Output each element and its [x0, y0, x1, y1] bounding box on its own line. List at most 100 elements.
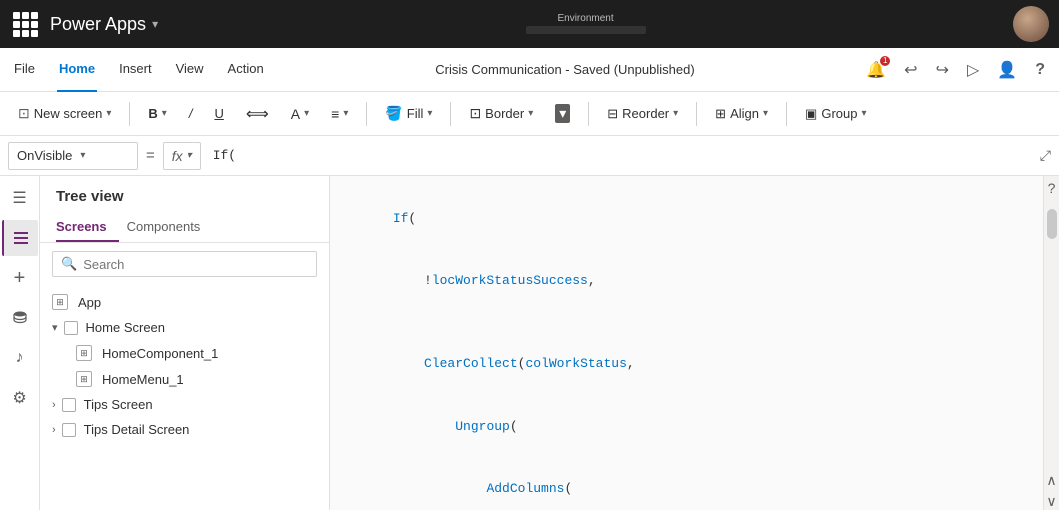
redo-button[interactable]: ↪: [934, 58, 951, 82]
help-button[interactable]: ?: [1033, 59, 1047, 81]
tree-tabs: Screens Components: [40, 213, 329, 243]
formula-equals-sign: =: [142, 147, 159, 164]
notifications-button[interactable]: 🔔 1: [864, 58, 888, 82]
fx-button[interactable]: fx ▾: [163, 142, 201, 170]
top-bar: Power Apps ▾ Environment: [0, 0, 1059, 48]
undo-button[interactable]: ↩: [902, 58, 919, 82]
scroll-up-icon[interactable]: ∧: [1046, 472, 1056, 489]
toolbar-sep-6: [786, 102, 787, 126]
insert-button[interactable]: +: [2, 260, 38, 296]
tree-panel-title: Tree view: [40, 176, 329, 213]
strikethrough-button[interactable]: ⟺: [238, 100, 277, 128]
right-panel: ? ∧ ∨: [1043, 176, 1059, 510]
search-icon: 🔍: [61, 256, 77, 272]
tree-item-home-screen[interactable]: ▾ Home Screen: [40, 315, 329, 340]
media-button[interactable]: ♪: [2, 340, 38, 376]
home-screen-checkbox[interactable]: [64, 321, 78, 335]
tab-components[interactable]: Components: [127, 213, 213, 242]
home-menu-1-icon: ⊞: [76, 371, 92, 387]
code-editor[interactable]: If( !locWorkStatusSuccess, ClearCollect(…: [330, 176, 1043, 510]
reorder-button[interactable]: ⊟ Reorder ▾: [599, 102, 686, 126]
code-line-3: [346, 313, 1027, 334]
play-button[interactable]: ▷: [965, 58, 981, 82]
toolbar: ⊡ New screen ▾ B ▾ / U ⟺ A ▾ ≡ ▾ 🪣 Fill …: [0, 92, 1059, 136]
reorder-icon: ⊟: [607, 106, 618, 122]
code-line-5: Ungroup(: [346, 396, 1027, 458]
toolbar-sep-2: [366, 102, 367, 126]
font-chevron: ▾: [304, 108, 309, 119]
scroll-down-icon[interactable]: ∨: [1046, 493, 1056, 510]
user-avatar[interactable]: [1013, 6, 1049, 42]
hamburger-button[interactable]: ☰: [2, 180, 38, 216]
menu-file[interactable]: File: [12, 48, 37, 92]
italic-label: /: [189, 106, 193, 121]
paragraph-button[interactable]: ≡ ▾: [323, 102, 356, 126]
tips-detail-screen-checkbox[interactable]: [62, 423, 76, 437]
bold-chevron: ▾: [162, 108, 167, 119]
tab-screens[interactable]: Screens: [56, 213, 119, 242]
tree-item-app[interactable]: ⊞ App: [40, 289, 329, 315]
code-line-6: AddColumns(: [346, 458, 1027, 510]
reorder-label: Reorder: [622, 106, 669, 121]
tree-item-home-menu-1[interactable]: ⊞ HomeMenu_1: [40, 366, 329, 392]
toolbar-sep-1: [129, 102, 130, 126]
dropdown-icon: ▾: [555, 104, 570, 123]
tips-screen-chevron-icon: ›: [52, 399, 56, 411]
settings-button[interactable]: ⚙: [2, 380, 38, 416]
menu-items: File Home Insert View Action: [12, 48, 266, 92]
property-name: OnVisible: [17, 148, 72, 163]
tips-screen-checkbox[interactable]: [62, 398, 76, 412]
home-menu-1-label: HomeMenu_1: [102, 372, 184, 387]
treeview-button[interactable]: [2, 220, 38, 256]
reorder-chevron: ▾: [673, 108, 678, 119]
menu-insert[interactable]: Insert: [117, 48, 154, 92]
formula-bar: OnVisible ▾ = fx ▾ ⤢: [0, 136, 1059, 176]
data-button[interactable]: [2, 300, 38, 336]
border-button[interactable]: ⊡ Border ▾: [461, 101, 541, 126]
menu-view[interactable]: View: [174, 48, 206, 92]
tips-detail-screen-label: Tips Detail Screen: [84, 422, 190, 437]
menu-bar: File Home Insert View Action Crisis Comm…: [0, 48, 1059, 92]
formula-expand-button[interactable]: ⤢: [1040, 147, 1051, 164]
align-chevron: ▾: [763, 108, 768, 119]
bold-button[interactable]: B ▾: [140, 102, 174, 125]
home-screen-label: Home Screen: [86, 320, 165, 335]
right-question-icon[interactable]: ?: [1048, 180, 1056, 196]
tree-item-home-component-1[interactable]: ⊞ HomeComponent_1: [40, 340, 329, 366]
group-button[interactable]: ▣ Group ▾: [797, 102, 874, 126]
menu-home[interactable]: Home: [57, 48, 97, 92]
fill-icon: 🪣: [385, 105, 402, 122]
font-button[interactable]: A ▾: [283, 102, 317, 126]
app-status-text: Crisis Communication - Saved (Unpublishe…: [266, 62, 865, 77]
dropdown-button[interactable]: ▾: [547, 100, 578, 127]
underline-label: U: [214, 106, 223, 121]
tree-item-tips-screen[interactable]: › Tips Screen: [40, 392, 329, 417]
italic-button[interactable]: /: [181, 102, 201, 125]
sidebar-icons: ☰ + ♪ ⚙: [0, 176, 40, 510]
account-button[interactable]: 👤: [995, 58, 1019, 82]
home-component-1-icon: ⊞: [76, 345, 92, 361]
menu-action[interactable]: Action: [226, 48, 266, 92]
formula-input[interactable]: [205, 148, 1032, 163]
border-chevron: ▾: [528, 108, 533, 119]
app-title: Power Apps: [50, 14, 146, 35]
border-label: Border: [485, 106, 524, 121]
fx-chevron: ▾: [187, 150, 192, 161]
code-line-2: !locWorkStatusSuccess,: [346, 250, 1027, 312]
tree-items: ⊞ App ▾ Home Screen ⊞ HomeComponent_1 ⊞ …: [40, 285, 329, 510]
new-screen-label: New screen: [34, 106, 103, 121]
new-screen-button[interactable]: ⊡ New screen ▾: [10, 101, 119, 126]
fill-chevron: ▾: [427, 108, 432, 119]
tips-detail-screen-chevron-icon: ›: [52, 424, 56, 436]
waffle-button[interactable]: [10, 9, 40, 39]
new-screen-icon: ⊡: [18, 105, 30, 122]
search-input[interactable]: [83, 257, 308, 272]
property-dropdown[interactable]: OnVisible ▾: [8, 142, 138, 170]
tree-item-tips-detail-screen[interactable]: › Tips Detail Screen: [40, 417, 329, 442]
fill-button[interactable]: 🪣 Fill ▾: [377, 101, 440, 126]
underline-button[interactable]: U: [206, 102, 231, 125]
align-button[interactable]: ⊞ Align ▾: [707, 102, 776, 126]
align-icon: ⊞: [715, 106, 726, 122]
bold-label: B: [148, 106, 157, 121]
home-screen-chevron-icon: ▾: [52, 321, 58, 334]
